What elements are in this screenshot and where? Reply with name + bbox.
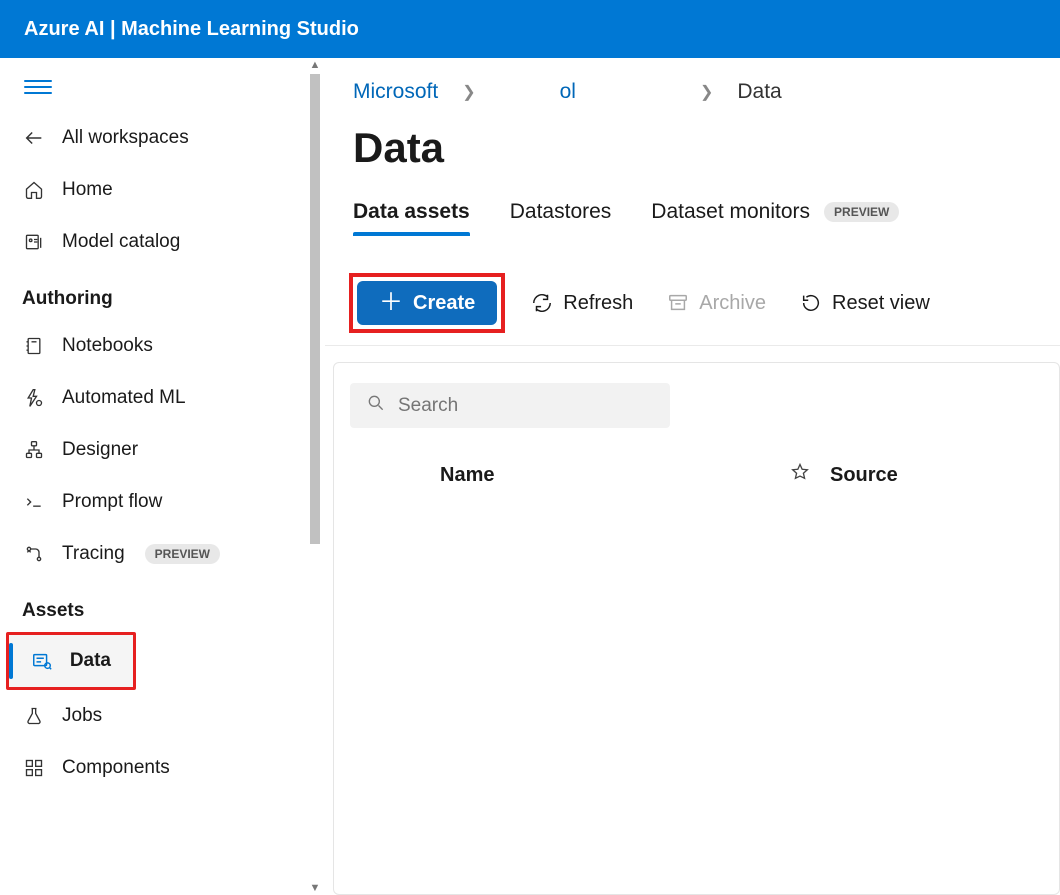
sidebar-item-jobs[interactable]: Jobs: [0, 690, 324, 742]
flowchart-icon: [22, 438, 46, 462]
reset-icon: [800, 292, 822, 314]
prompt-flow-icon: [22, 490, 46, 514]
sidebar-item-notebooks[interactable]: Notebooks: [0, 320, 324, 372]
archive-label: Archive: [699, 292, 766, 315]
annotation-highlight-data: Data: [6, 632, 136, 690]
tab-dataset-monitors[interactable]: Dataset monitors PREVIEW: [651, 200, 899, 236]
search-icon: [366, 393, 386, 418]
sidebar: All workspaces Home Model catalog Author…: [0, 58, 324, 895]
search-input[interactable]: [398, 395, 654, 417]
data-assets-panel: Name Source: [333, 362, 1060, 895]
preview-badge: PREVIEW: [824, 202, 899, 222]
sidebar-item-label: Components: [62, 757, 170, 779]
toolbar: ＋ Create Refresh Archive: [325, 252, 1060, 346]
breadcrumb-current: Data: [737, 80, 781, 104]
sidebar-item-home[interactable]: Home: [0, 164, 324, 216]
sidebar-item-designer[interactable]: Designer: [0, 424, 324, 476]
create-button[interactable]: ＋ Create: [357, 281, 497, 325]
scrollbar-thumb[interactable]: [310, 74, 320, 544]
sidebar-group-authoring: Authoring: [0, 268, 324, 320]
sidebar-scrollbar[interactable]: ▲ ▼: [306, 58, 324, 895]
refresh-icon: [531, 292, 553, 314]
breadcrumb-mid[interactable]: ol: [560, 80, 576, 104]
beaker-icon: [22, 704, 46, 728]
preview-badge: PREVIEW: [145, 544, 220, 564]
chevron-right-icon: ❯: [462, 82, 475, 102]
table-header-row: Name Source: [350, 428, 1043, 496]
sidebar-item-data[interactable]: Data: [9, 635, 133, 687]
tab-label: Datastores: [510, 200, 612, 224]
sidebar-item-model-catalog[interactable]: Model catalog: [0, 216, 324, 268]
all-workspaces-link[interactable]: All workspaces: [0, 112, 324, 164]
sidebar-group-assets: Assets: [0, 580, 324, 632]
catalog-icon: [22, 230, 46, 254]
scroll-up-icon[interactable]: ▲: [310, 58, 321, 72]
layout: All workspaces Home Model catalog Author…: [0, 58, 1060, 895]
notebook-icon: [22, 334, 46, 358]
hamburger-menu-button[interactable]: [0, 66, 324, 112]
sidebar-item-label: Notebooks: [62, 335, 153, 357]
plus-icon: ＋: [379, 291, 403, 315]
sidebar-item-components[interactable]: Components: [0, 742, 324, 794]
scroll-down-icon[interactable]: ▼: [310, 881, 321, 895]
sidebar-item-label: Jobs: [62, 705, 102, 727]
arrow-left-icon: [22, 126, 46, 150]
annotation-highlight-create: ＋ Create: [349, 273, 505, 333]
column-header-source[interactable]: Source: [830, 464, 1035, 487]
data-icon: [31, 649, 54, 673]
sidebar-item-automated-ml[interactable]: Automated ML: [0, 372, 324, 424]
tab-label: Dataset monitors: [651, 200, 810, 224]
main-content: Microsoft ❯ ol ❯ Data Data Data assets D…: [324, 58, 1060, 895]
reset-view-label: Reset view: [832, 292, 930, 315]
lightning-gear-icon: [22, 386, 46, 410]
page-title: Data: [325, 116, 1060, 200]
sidebar-item-label: Automated ML: [62, 387, 186, 409]
chevron-right-icon: ❯: [700, 82, 713, 102]
tracing-icon: [22, 542, 46, 566]
reset-view-button[interactable]: Reset view: [792, 286, 938, 321]
sidebar-item-prompt-flow[interactable]: Prompt flow: [0, 476, 324, 528]
sidebar-item-tracing[interactable]: Tracing PREVIEW: [0, 528, 324, 580]
app-header: Azure AI | Machine Learning Studio: [0, 0, 1060, 58]
tabs: Data assets Datastores Dataset monitors …: [325, 200, 1060, 236]
breadcrumb: Microsoft ❯ ol ❯ Data: [325, 58, 1060, 116]
column-header-name[interactable]: Name: [440, 464, 770, 487]
create-button-label: Create: [413, 292, 475, 315]
star-icon: [790, 465, 810, 487]
components-icon: [22, 756, 46, 780]
sidebar-item-label: Data: [70, 650, 111, 672]
column-header-favorite[interactable]: [770, 462, 830, 488]
sidebar-item-label: Home: [62, 179, 113, 201]
sidebar-item-label: Designer: [62, 439, 138, 461]
app-title: Azure AI | Machine Learning Studio: [24, 18, 359, 41]
tab-datastores[interactable]: Datastores: [510, 200, 612, 236]
breadcrumb-root[interactable]: Microsoft: [353, 80, 438, 104]
search-box[interactable]: [350, 383, 670, 428]
tab-data-assets[interactable]: Data assets: [353, 200, 470, 236]
sidebar-item-label: Prompt flow: [62, 491, 162, 513]
tab-label: Data assets: [353, 200, 470, 224]
archive-button: Archive: [659, 286, 774, 321]
all-workspaces-label: All workspaces: [62, 127, 189, 149]
home-icon: [22, 178, 46, 202]
sidebar-item-label: Tracing: [62, 543, 125, 565]
refresh-label: Refresh: [563, 292, 633, 315]
refresh-button[interactable]: Refresh: [523, 286, 641, 321]
archive-icon: [667, 292, 689, 314]
sidebar-item-label: Model catalog: [62, 231, 180, 253]
